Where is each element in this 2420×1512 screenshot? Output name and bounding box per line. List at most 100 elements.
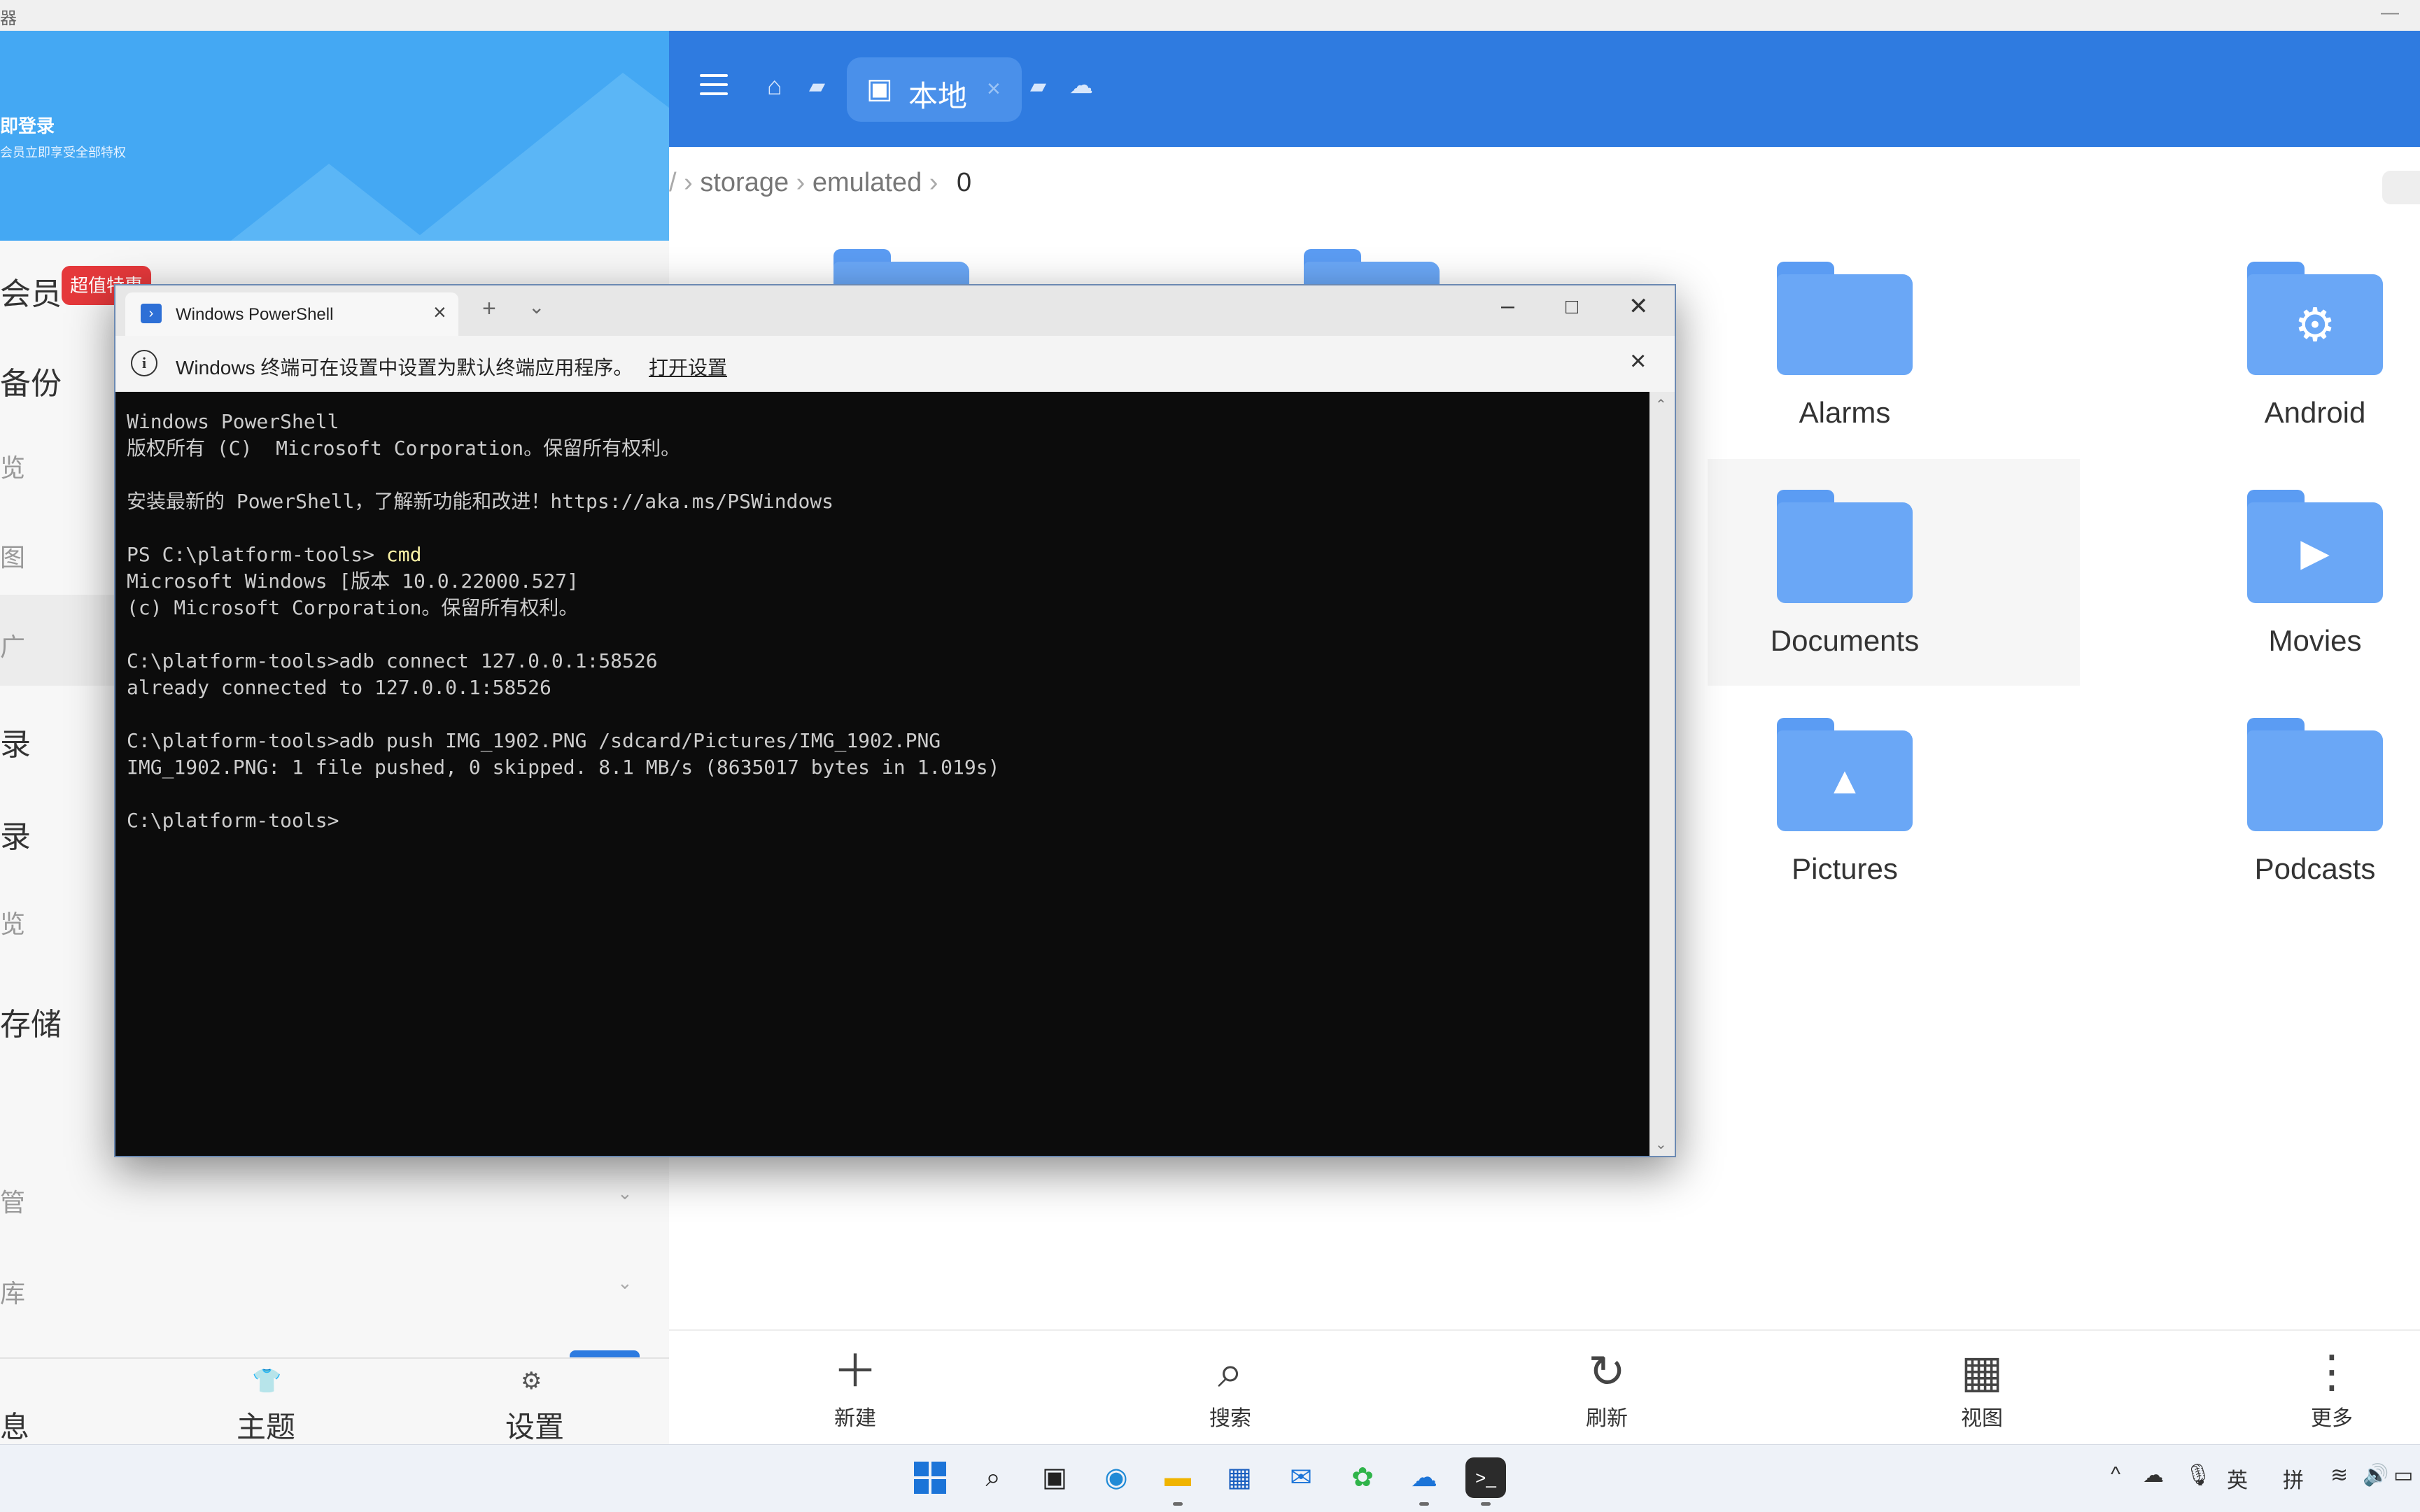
tab-icon[interactable]: ▰ <box>809 74 825 99</box>
folder-podcasts[interactable]: Podcasts <box>2181 700 2420 910</box>
drawer-item-view[interactable]: 览 <box>0 904 25 940</box>
breadcrumb-separator: › <box>684 168 701 197</box>
tab-icon[interactable]: ▰ <box>1030 74 1046 99</box>
folder-label: Movies <box>2268 624 2362 657</box>
chevron-down-icon[interactable]: ⌄ <box>617 1272 633 1294</box>
windows-start-icon[interactable] <box>910 1457 950 1498</box>
play-icon: ▶ <box>2300 532 2330 574</box>
wechat-icon[interactable]: ✿ <box>1342 1457 1383 1498</box>
home-icon[interactable]: ⌂ <box>767 71 782 101</box>
minimize-button[interactable]: – <box>1501 292 1514 320</box>
folder-pictures[interactable]: ▲ Pictures <box>1710 700 1976 910</box>
wifi-icon[interactable]: ≋ <box>2330 1463 2348 1488</box>
powershell-window[interactable]: › Windows PowerShell × + ⌄ – □ ✕ i Windo… <box>114 284 1676 1157</box>
drawer-item-record-2[interactable]: 录 <box>0 812 31 856</box>
gear-icon[interactable]: ⚙ <box>521 1367 542 1395</box>
battery-icon[interactable]: ▭ <box>2393 1463 2413 1488</box>
breadcrumb: / › storage › emulated › 0 <box>669 168 971 198</box>
terminal-scrollbar[interactable]: ⌃ ⌄ <box>1649 392 1675 1156</box>
header-decoration <box>231 73 669 241</box>
taskbar: ⌕ ▣ ◉ ▬ ▦ ✉ ✿ ☁ >_ ^ ☁ 🎙 英 拼 ≋ 🔊 ▭ <box>0 1444 2420 1512</box>
side-handle[interactable] <box>2382 171 2420 204</box>
search-icon[interactable]: ⌕ <box>973 1457 1013 1498</box>
input-language[interactable]: 英 <box>2227 1463 2248 1494</box>
drawer-item-images[interactable]: 图 <box>0 537 25 574</box>
close-window-button[interactable]: ✕ <box>1628 292 1649 320</box>
drawer-header[interactable] <box>0 31 669 241</box>
close-icon[interactable]: × <box>1630 346 1646 377</box>
file-explorer-icon[interactable]: ▬ <box>1158 1457 1198 1498</box>
menu-icon[interactable] <box>700 74 728 95</box>
breadcrumb-item[interactable]: emulated <box>812 168 922 197</box>
theme-button[interactable]: 主题 <box>237 1404 295 1446</box>
scroll-down-icon[interactable]: ⌄ <box>1655 1136 1667 1153</box>
folder-documents[interactable]: Documents <box>1710 472 1976 681</box>
drawer-item-manage[interactable]: 管 <box>0 1182 25 1219</box>
settings-button[interactable]: 设置 <box>505 1404 564 1446</box>
chevron-down-icon[interactable]: ⌄ <box>617 1182 633 1204</box>
shirt-icon[interactable]: 👕 <box>252 1367 281 1395</box>
breadcrumb-item[interactable]: storage <box>700 168 789 197</box>
chevron-up-icon[interactable]: ^ <box>2111 1463 2120 1487</box>
running-indicator <box>1419 1502 1429 1506</box>
image-icon: ▲ <box>1826 760 1864 802</box>
new-tab-button[interactable]: + <box>482 295 496 323</box>
drawer-bottom-bar: 息 👕 主题 ⚙ 设置 <box>0 1357 669 1446</box>
breadcrumb-current[interactable]: 0 <box>957 168 971 197</box>
drawer-item-backup[interactable]: 备份 <box>0 358 62 403</box>
terminal-output[interactable]: Windows PowerShell 版权所有 (C) Microsoft Co… <box>115 392 1649 1156</box>
drawer-item-vip[interactable]: 会员 <box>0 269 62 313</box>
minimize-button[interactable]: — <box>2381 1 2399 23</box>
maximize-button[interactable]: □ <box>1566 295 1578 319</box>
task-view-icon[interactable]: ▣ <box>1034 1457 1075 1498</box>
folder-label: Podcasts <box>2254 852 2376 885</box>
folder-movies[interactable]: ▶ Movies <box>2181 472 2420 681</box>
chevron-down-icon[interactable]: ⌄ <box>528 295 544 318</box>
window-top-strip: 器 — <box>0 0 2420 31</box>
breadcrumb-root[interactable]: / <box>669 168 677 197</box>
cloud-icon[interactable]: ☁ <box>1069 71 1093 99</box>
microphone-icon[interactable]: 🎙 <box>2185 1463 2211 1488</box>
search-button[interactable]: ⌕ 搜索 <box>1153 1342 1307 1432</box>
new-button[interactable]: ＋ 新建 <box>778 1342 932 1432</box>
drawer-item-browse[interactable]: 览 <box>0 448 25 484</box>
tab-local[interactable]: ▣ 本地 × <box>847 57 1022 122</box>
scroll-up-icon[interactable]: ⌃ <box>1655 396 1667 414</box>
login-subtitle: 会员立即享受全部特权 <box>0 146 126 160</box>
drawer-item-library[interactable]: 库 <box>0 1273 25 1310</box>
cloud-app-icon[interactable]: ☁ <box>1404 1457 1444 1498</box>
close-icon[interactable]: × <box>987 76 1001 103</box>
gear-icon: ⚙ <box>2294 299 2336 351</box>
search-icon: ⌕ <box>1218 1346 1243 1397</box>
book-icon: ▣ <box>866 73 893 104</box>
running-indicator <box>1173 1502 1183 1506</box>
terminal-icon[interactable]: >_ <box>1465 1457 1506 1498</box>
typed-command: cmd <box>386 543 422 566</box>
drawer-bottom-messages[interactable]: 息 <box>0 1404 29 1446</box>
info-bar: i Windows 终端可在设置中设置为默认终端应用程序。 打开设置 × <box>115 336 1675 393</box>
view-button[interactable]: ▦ 视图 <box>1905 1342 2059 1432</box>
login-title[interactable]: 即登录 <box>0 112 55 138</box>
info-icon: i <box>131 350 157 376</box>
input-method[interactable]: 拼 <box>2283 1463 2304 1494</box>
edge-browser-icon[interactable]: ◉ <box>1096 1457 1137 1498</box>
terminal-titlebar[interactable]: › Windows PowerShell × + ⌄ – □ ✕ <box>115 285 1675 336</box>
open-settings-link[interactable]: 打开设置 <box>649 353 727 381</box>
mail-icon[interactable]: ✉ <box>1281 1457 1321 1498</box>
drawer-item-storage[interactable]: 存储 <box>0 999 62 1044</box>
window-title: 器 <box>0 9 17 28</box>
store-icon[interactable]: ▦ <box>1219 1457 1260 1498</box>
close-icon[interactable]: × <box>433 299 446 325</box>
bottom-toolbar: ＋ 新建 ⌕ 搜索 ↻ 刷新 ▦ 视图 ⋮ 更多 <box>669 1329 2420 1446</box>
drawer-item-record-1[interactable]: 录 <box>0 719 31 764</box>
folder-alarms[interactable]: Alarms <box>1710 243 1976 453</box>
breadcrumb-separator: › <box>929 168 945 197</box>
refresh-button[interactable]: ↻ 刷新 <box>1530 1342 1684 1432</box>
drawer-item-local[interactable]: 广 <box>0 627 25 663</box>
more-button[interactable]: ⋮ 更多 <box>2255 1342 2409 1432</box>
terminal-tab[interactable]: › Windows PowerShell × <box>125 292 458 336</box>
volume-icon[interactable]: 🔊 <box>2363 1463 2389 1488</box>
folder-android[interactable]: ⚙ Android <box>2181 243 2420 453</box>
refresh-icon: ↻ <box>1588 1346 1626 1397</box>
onedrive-icon[interactable]: ☁ <box>2143 1463 2164 1488</box>
